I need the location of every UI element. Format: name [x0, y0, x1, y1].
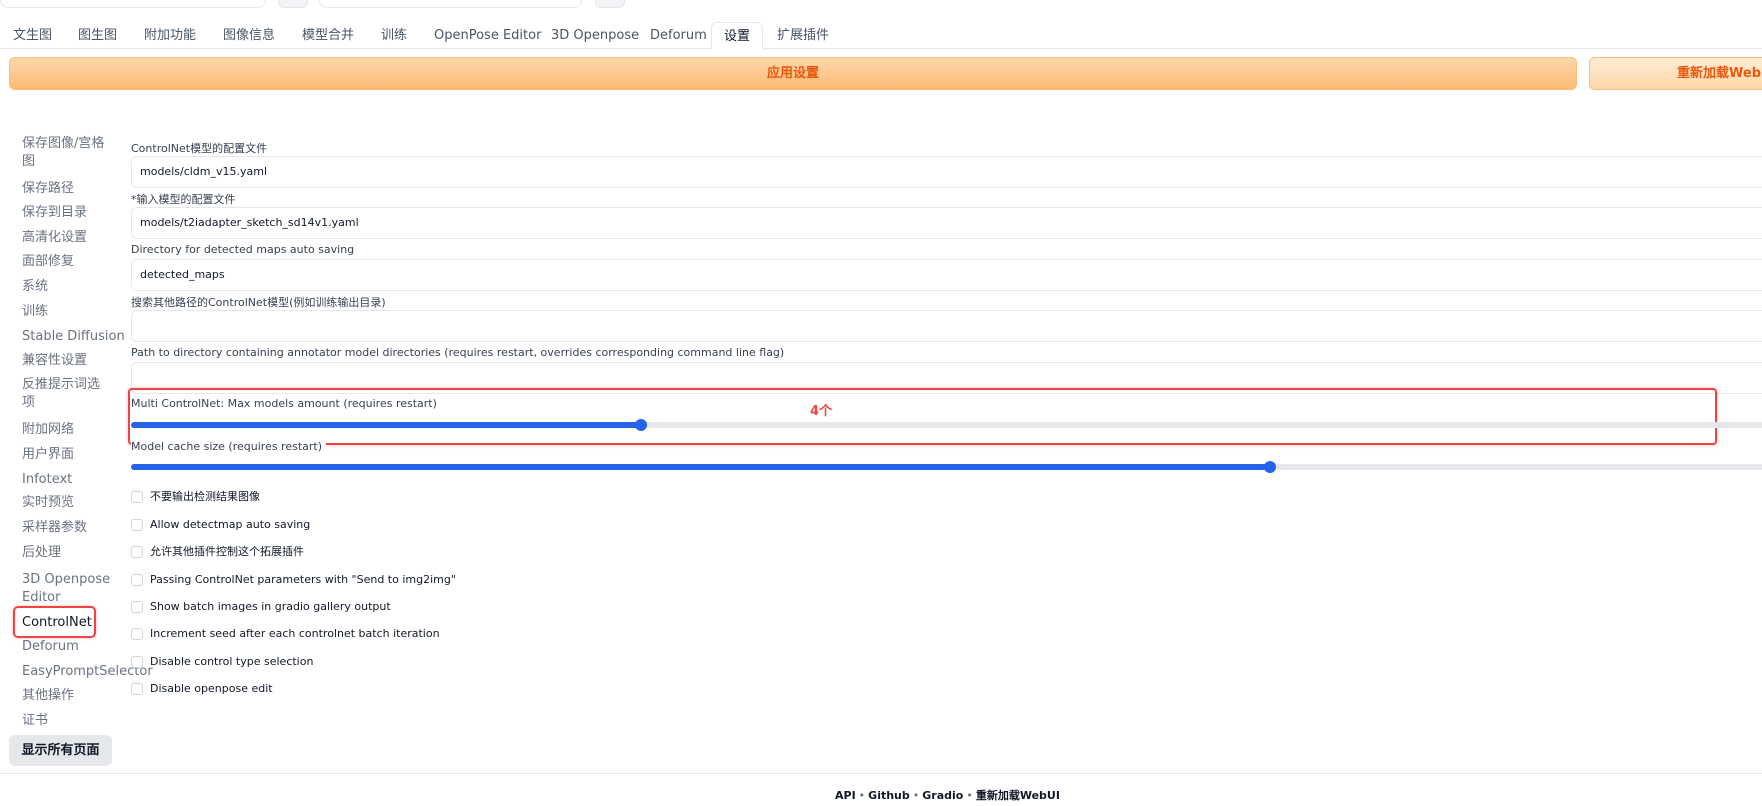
controlnet-config-label: ControlNet模型的配置文件 — [131, 142, 268, 155]
apply-settings-button[interactable]: 应用设置 — [9, 57, 1577, 90]
footer-divider — [0, 773, 1762, 774]
tab-extras[interactable]: 附加功能 — [144, 22, 196, 49]
checkbox[interactable] — [131, 683, 143, 695]
slider-thumb[interactable] — [634, 419, 647, 431]
footer-github-link[interactable]: Github — [868, 789, 910, 802]
prompt-box[interactable] — [0, 0, 266, 8]
sidebar-item-compatibility[interactable]: 兼容性设置 — [22, 352, 87, 370]
sidebar-item-live-previews[interactable]: 实时预览 — [22, 494, 74, 512]
sidebar-item-user-interface[interactable]: 用户界面 — [22, 446, 74, 464]
footer-api-link[interactable]: API — [835, 789, 856, 802]
checkbox[interactable] — [131, 628, 143, 640]
checkbox-label: Disable control type selection — [150, 655, 314, 668]
footer: API • Github • Gradio • 重新加载WebUI — [835, 787, 1060, 803]
adapter-config-label: *输入模型的配置文件 — [131, 193, 236, 206]
sidebar-item-3d-openpose-editor[interactable]: 3D Openpose Editor — [22, 571, 112, 607]
sidebar-item-extra-networks[interactable]: 附加网络 — [22, 421, 74, 439]
tab-txt2img[interactable]: 文生图 — [13, 22, 52, 49]
tab-img2img[interactable]: 图生图 — [78, 22, 117, 49]
tab-bar: 文生图 图生图 附加功能 图像信息 模型合并 训练 OpenPose Edito… — [0, 22, 1762, 50]
detected-maps-dir-label: Directory for detected maps auto saving — [131, 243, 355, 256]
model-cache-label: Model cache size (requires restart) — [131, 440, 327, 453]
reload-webui-button[interactable]: 重新加载WebUI — [1589, 57, 1762, 90]
controlnet-config-input[interactable]: models/cldm_v15.yaml — [131, 156, 1762, 188]
checkbox[interactable] — [131, 519, 143, 531]
checkbox-label: Increment seed after each controlnet bat… — [150, 627, 440, 640]
tab-checkpoint-merger[interactable]: 模型合并 — [302, 22, 354, 49]
sidebar-item-deforum[interactable]: Deforum — [22, 638, 79, 656]
checkbox[interactable] — [131, 546, 143, 558]
footer-separator: • — [912, 789, 920, 802]
top-strip — [0, 0, 1762, 12]
tab-openpose-editor[interactable]: OpenPose Editor — [434, 22, 541, 49]
tab-train[interactable]: 训练 — [381, 22, 407, 49]
footer-reload-link[interactable]: 重新加载WebUI — [976, 789, 1060, 802]
sidebar-item-stable-diffusion[interactable]: Stable Diffusion — [22, 328, 125, 346]
annotator-path-label: Path to directory containing annotator m… — [131, 346, 785, 359]
slider-fill — [131, 464, 1270, 470]
sidebar-item-saving-paths[interactable]: 保存路径 — [22, 180, 74, 198]
model-cache-slider[interactable] — [131, 461, 1762, 473]
controlnet-highlight-box — [13, 606, 96, 638]
tab-3d-openpose[interactable]: 3D Openpose — [551, 22, 639, 49]
sidebar-item-training[interactable]: 训练 — [22, 303, 48, 321]
tab-png-info[interactable]: 图像信息 — [223, 22, 275, 49]
checkbox-label: Passing ControlNet parameters with "Send… — [150, 573, 456, 586]
sidebar-item-upscaling[interactable]: 高清化设置 — [22, 229, 87, 247]
checkbox-label: 不要输出检测结果图像 — [150, 490, 260, 503]
adapter-config-input[interactable]: models/t2iadapter_sketch_sd14v1.yaml — [131, 207, 1762, 239]
show-all-pages-button[interactable]: 显示所有页面 — [9, 735, 112, 766]
multi-controlnet-slider[interactable] — [131, 419, 1762, 431]
checkbox[interactable] — [131, 601, 143, 613]
model-select-box[interactable] — [319, 0, 582, 8]
top-icon-button-2[interactable] — [595, 0, 625, 8]
slider-fill — [131, 422, 641, 428]
checkbox[interactable] — [131, 574, 143, 586]
extra-models-path-label: 搜索其他路径的ControlNet模型(例如训练输出目录) — [131, 296, 386, 309]
sidebar-item-interrogate[interactable]: 反推提示词选项 — [22, 376, 112, 412]
checkbox-label: Disable openpose edit — [150, 682, 273, 695]
multi-controlnet-label: Multi ControlNet: Max models amount (req… — [131, 397, 441, 410]
tab-deforum[interactable]: Deforum — [650, 22, 707, 49]
detected-maps-dir-input[interactable]: detected_maps — [131, 259, 1762, 291]
checkbox[interactable] — [131, 491, 143, 503]
checkbox-label: Show batch images in gradio gallery outp… — [150, 600, 391, 613]
checkbox-label: 允许其他插件控制这个拓展插件 — [150, 545, 304, 558]
tab-settings[interactable]: 设置 — [711, 22, 763, 50]
checkbox-label: Allow detectmap auto saving — [150, 518, 311, 531]
sidebar-item-infotext[interactable]: Infotext — [22, 471, 72, 489]
footer-separator: • — [966, 789, 973, 802]
sidebar-item-licenses[interactable]: 证书 — [22, 712, 48, 730]
tab-extensions[interactable]: 扩展插件 — [777, 22, 829, 49]
sidebar-item-face-restoration[interactable]: 面部修复 — [22, 253, 74, 271]
footer-gradio-link[interactable]: Gradio — [922, 789, 963, 802]
extra-models-path-input[interactable] — [131, 310, 1762, 342]
checkbox[interactable] — [131, 656, 143, 668]
footer-separator: • — [858, 789, 866, 802]
sidebar-item-sampler-parameters[interactable]: 采样器参数 — [22, 519, 87, 537]
top-icon-button[interactable] — [278, 0, 308, 8]
annotation-text: 4个 — [810, 404, 833, 419]
sidebar-item-saving-to-dirs[interactable]: 保存到目录 — [22, 204, 87, 222]
sidebar-item-postprocessing[interactable]: 后处理 — [22, 544, 61, 562]
sidebar-item-saving-images[interactable]: 保存图像/宫格图 — [22, 135, 117, 171]
sidebar-item-other-actions[interactable]: 其他操作 — [22, 687, 74, 705]
sidebar-item-system[interactable]: 系统 — [22, 278, 48, 296]
slider-thumb[interactable] — [1263, 461, 1276, 473]
